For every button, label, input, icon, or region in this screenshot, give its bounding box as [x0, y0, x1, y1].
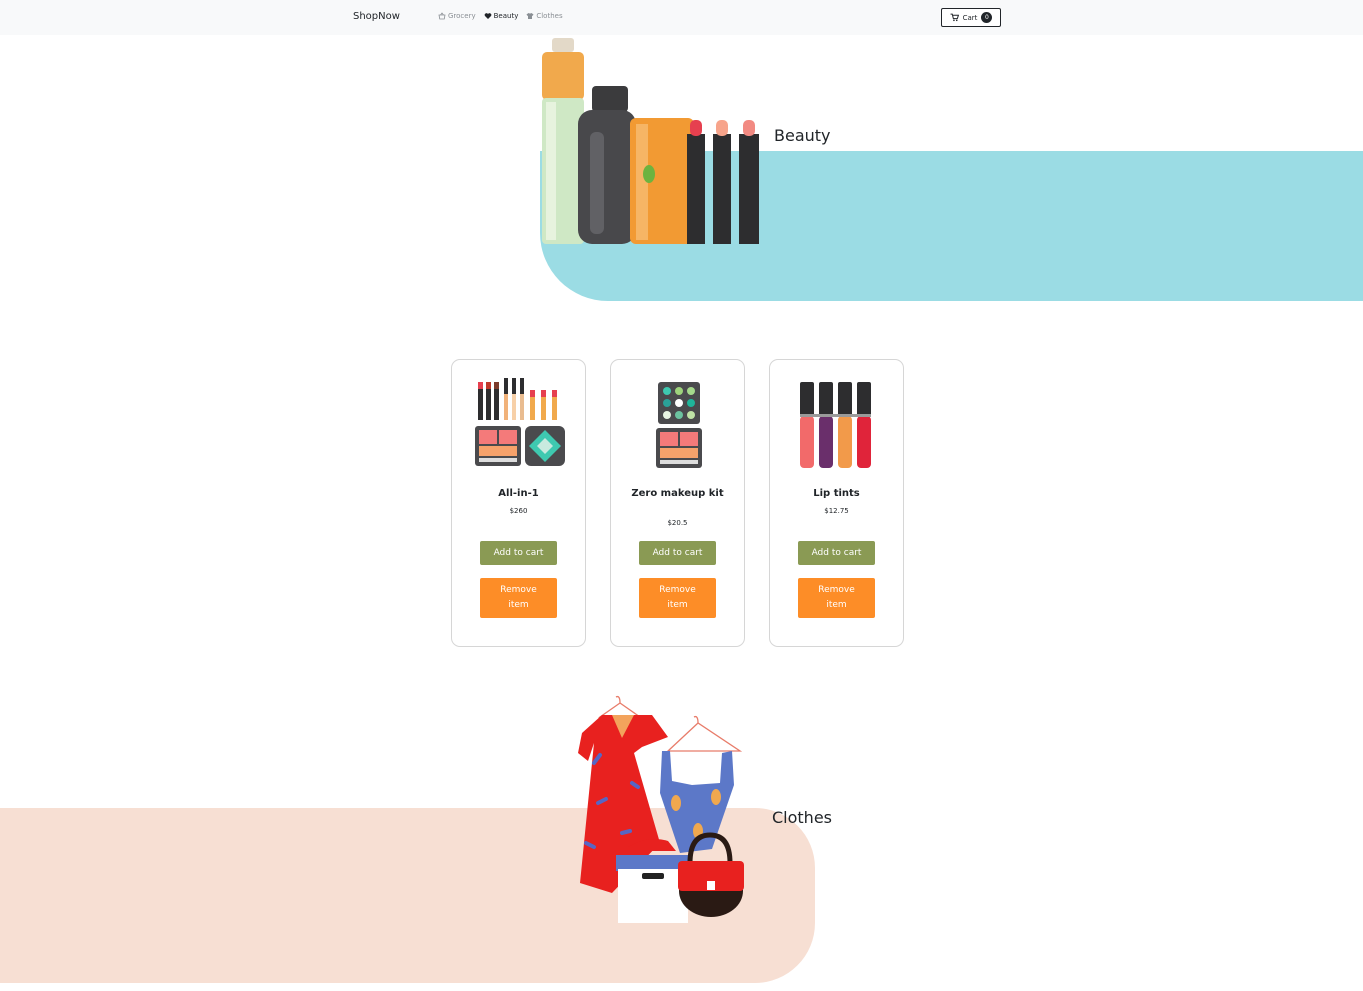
- clothes-illustration: [578, 695, 744, 923]
- remove-item-button[interactable]: Remove item: [639, 578, 716, 618]
- section-title-clothes: Clothes: [772, 808, 832, 827]
- makeup-set-image: [475, 378, 565, 466]
- add-to-cart-button[interactable]: Add to cart: [798, 541, 875, 565]
- nav-link-label: Clothes: [536, 12, 563, 20]
- heart-icon: [484, 13, 491, 19]
- add-to-cart-button[interactable]: Add to cart: [480, 541, 557, 565]
- nav-link-label: Grocery: [448, 12, 476, 20]
- brand-logo[interactable]: ShopNow: [353, 11, 400, 22]
- product-card: All-in-1 $260 Add to cart Remove item: [451, 359, 586, 647]
- product-price: $260: [509, 507, 528, 515]
- shirt-icon: [526, 13, 534, 19]
- section-title-beauty: Beauty: [774, 126, 831, 145]
- product-price: $20.5: [667, 519, 688, 527]
- cart-label: Cart: [962, 13, 978, 22]
- remove-item-button[interactable]: Remove item: [480, 578, 557, 618]
- nav-link-clothes[interactable]: Clothes: [526, 12, 563, 20]
- cart-count-badge: 0: [981, 12, 993, 23]
- navbar: ShopNow Grocery Beauty Clothes Cart 0: [0, 0, 1363, 35]
- product-name: Lip tints: [813, 488, 860, 499]
- cart-icon: [950, 13, 959, 22]
- nav-link-label: Beauty: [493, 12, 519, 20]
- add-to-cart-button[interactable]: Add to cart: [639, 541, 716, 565]
- beauty-products-illustration: [542, 38, 759, 244]
- remove-item-button[interactable]: Remove item: [798, 578, 875, 618]
- palette-kit-image: [656, 382, 702, 468]
- basket-icon: [438, 12, 446, 20]
- nav-link-beauty[interactable]: Beauty: [484, 12, 519, 20]
- nav-links: Grocery Beauty Clothes: [438, 12, 563, 20]
- product-name: All-in-1: [498, 488, 539, 499]
- product-name: Zero makeup kit: [631, 488, 724, 499]
- product-card: Lip tints $12.75 Add to cart Remove item: [769, 359, 904, 647]
- product-card: Zero makeup kit $20.5 Add to cart Remove…: [610, 359, 745, 647]
- lip-tints-image: [800, 382, 871, 468]
- nav-link-grocery[interactable]: Grocery: [438, 12, 476, 20]
- product-price: $12.75: [824, 507, 849, 515]
- cart-button[interactable]: Cart 0: [941, 8, 1001, 27]
